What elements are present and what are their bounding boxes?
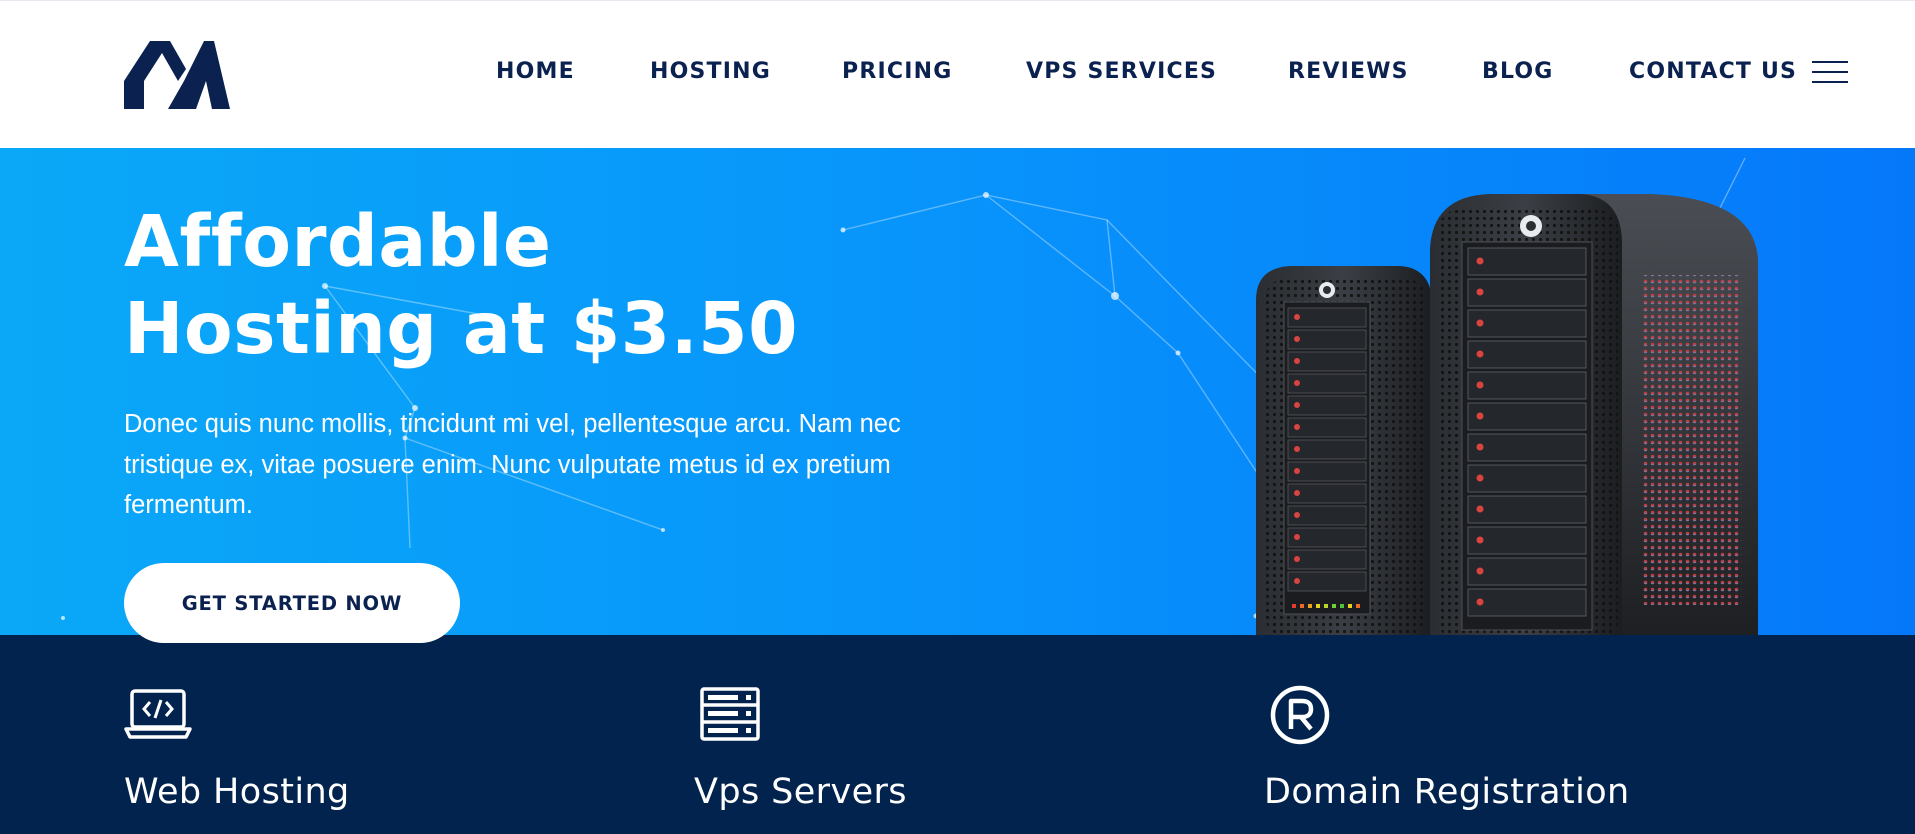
laptop-code-icon [124,689,192,739]
nav-pricing[interactable]: PRICING [842,59,952,84]
hero-section: Affordable Hosting at $3.50 Donec quis n… [0,148,1915,635]
registered-trademark-icon [1270,685,1330,745]
server-towers-image [1256,194,1758,635]
nav-contact-us[interactable]: CONTACT US [1629,59,1797,84]
nav-hosting[interactable]: HOSTING [650,59,771,84]
hero-title: Affordable Hosting at $3.50 [124,198,884,372]
feature-title-domain-registration: Domain Registration [1264,772,1630,812]
hero-title-line-1: Affordable [124,200,552,283]
nav-blog[interactable]: BLOG [1482,59,1554,84]
feature-title-vps-servers: Vps Servers [694,772,907,812]
nav-reviews[interactable]: REVIEWS [1288,59,1409,84]
site-header: HOME HOSTING PRICING VPS SERVICES REVIEW… [0,0,1915,148]
feature-title-web-hosting: Web Hosting [124,772,350,812]
features-band: Web Hosting Vps Servers Domain Registrat… [0,635,1915,834]
nav-vps-services[interactable]: VPS SERVICES [1026,59,1217,84]
hamburger-icon[interactable] [1812,61,1848,83]
main-nav: HOME HOSTING PRICING VPS SERVICES REVIEW… [0,1,1915,149]
hero-title-line-2: Hosting at $3.50 [124,287,798,370]
server-rack-icon [700,687,760,741]
nav-home[interactable]: HOME [496,59,575,84]
get-started-button[interactable]: GET STARTED NOW [124,563,460,643]
hero-description: Donec quis nunc mollis, tincidunt mi vel… [124,410,901,519]
